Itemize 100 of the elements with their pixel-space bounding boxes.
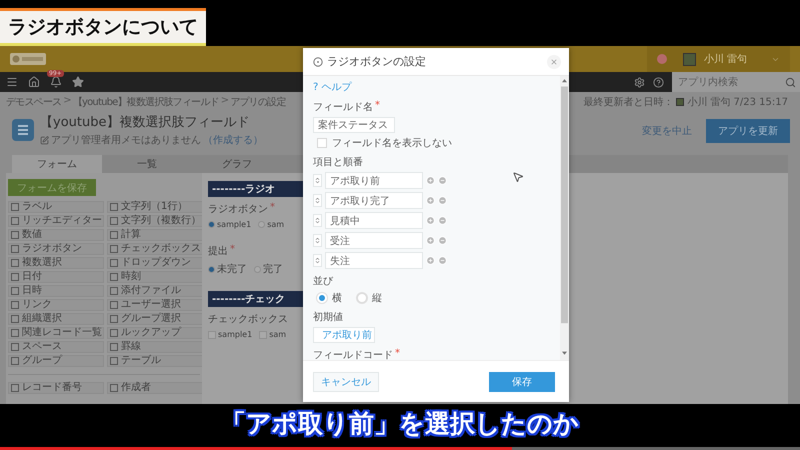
required-mark: * [270,202,275,215]
add-icon[interactable] [426,196,435,205]
palette-item[interactable]: テーブル [107,355,203,367]
update-app-button[interactable]: アプリを更新 [706,119,790,143]
palette-item[interactable]: ラジオボタン [8,243,104,255]
palette-item[interactable]: 日付 [8,271,104,283]
palette-item[interactable]: レコード番号 [8,382,104,394]
square-icon [11,301,19,309]
menu-icon[interactable] [6,76,18,88]
option-input[interactable]: 受注 [325,232,423,249]
palette-item[interactable]: 複数選択 [8,257,104,269]
breadcrumb-link[interactable]: デモスペース [6,95,62,109]
home-icon[interactable] [28,76,40,88]
option-input[interactable]: 失注 [325,252,423,269]
logo-icon[interactable] [10,53,46,65]
tab[interactable]: フォーム [12,155,102,173]
palette-item[interactable]: 作成者 [107,382,203,394]
cancel-button[interactable]: キャンセル [313,372,379,392]
field-label: ラジオボタン [208,203,268,216]
star-icon[interactable] [72,76,84,88]
sort-handle[interactable] [313,214,322,227]
palette-item[interactable]: グループ [8,355,104,367]
add-icon[interactable] [426,216,435,225]
radio-button[interactable] [254,266,261,272]
breadcrumb-link[interactable]: アプリの設定 [230,95,286,109]
palette-item[interactable]: チェックボックス [107,243,203,255]
sort-handle[interactable] [313,254,322,267]
avatar-icon[interactable] [682,52,696,66]
cancel-changes-link[interactable]: 変更を中止 [642,124,692,138]
sort-handle[interactable] [313,174,322,187]
palette-item[interactable]: ユーザー選択 [107,299,203,311]
square-icon [110,301,118,309]
palette-item[interactable]: 罫線 [107,341,203,353]
bell-icon[interactable] [50,76,62,88]
square-icon [110,273,118,281]
remove-icon[interactable] [438,216,447,225]
palette-item[interactable]: 文字列（複数行） [107,215,203,227]
radio-label: 縦 [372,292,382,305]
remove-icon[interactable] [438,176,447,185]
radio-button[interactable] [208,221,215,228]
dialog-title: ラジオボタンの設定 [327,54,426,69]
option-label: sam [269,330,286,339]
palette-item[interactable]: スペース [8,341,104,353]
close-button[interactable] [547,54,561,68]
add-icon[interactable] [426,256,435,265]
app-list-icon [12,119,34,141]
help-link[interactable]: ? ヘルプ [313,78,552,95]
field-label: チェックボックス [208,313,288,326]
remove-icon[interactable] [438,256,447,265]
video-progress-bar[interactable] [0,447,800,450]
square-icon [11,203,19,211]
user-name[interactable]: 小川 雷句 [704,52,747,66]
breadcrumb-link[interactable]: 【youtube】複数選択肢フィールド [72,95,219,109]
option-input[interactable]: アポ取り前 [325,172,423,189]
palette-item[interactable]: グループ選択 [107,313,203,325]
search-field[interactable]: アプリ内検索 [672,72,800,92]
square-icon [110,287,118,295]
checkbox[interactable] [208,330,216,338]
palette-item[interactable]: 数値 [8,229,104,241]
scrollbar-drawing[interactable] [560,76,569,360]
memo-link[interactable]: （作成する） [203,133,263,147]
field-label: フィールドコード [313,349,393,360]
palette-item[interactable]: 文字列（1行） [107,201,203,213]
palette-item[interactable]: 日時 [8,285,104,297]
app-title: 【youtube】複数選択肢フィールド [40,114,250,131]
option-label: sample1 [218,330,252,339]
add-icon[interactable] [426,176,435,185]
default-value-dropdown[interactable]: アポ取り前 [313,327,375,343]
option-input[interactable]: アポ取り完了 [325,192,423,209]
sort-handle[interactable] [313,194,322,207]
add-icon[interactable] [426,236,435,245]
palette-item[interactable]: 関連レコード一覧 [8,327,104,339]
remove-icon[interactable] [438,236,447,245]
help-icon[interactable] [653,76,664,88]
palette-item[interactable]: 組織選択 [8,313,104,325]
sort-handle[interactable] [313,234,322,247]
palette-item[interactable]: ドロップダウン [107,257,203,269]
palette-item[interactable]: 添付ファイル [107,285,203,297]
option-label: 完了 [263,262,283,276]
field-name-input[interactable]: 案件ステータス [313,117,395,133]
square-icon [110,343,118,351]
checkbox[interactable] [259,330,268,338]
radio-button[interactable] [208,266,215,272]
settings-icon[interactable] [634,76,645,88]
notification-icon[interactable] [656,54,667,64]
breadcrumb-separator: > [63,95,71,108]
palette-item[interactable]: ルックアップ [107,327,203,339]
search-icon[interactable] [785,76,796,88]
radio-icon [313,56,323,66]
save-form-button[interactable]: フォームを保存 [8,179,96,196]
palette-item[interactable]: リッチエディター [8,215,104,227]
remove-icon[interactable] [438,196,447,205]
palette-item[interactable]: 計算 [107,229,203,241]
square-icon [11,343,19,351]
palette-item[interactable]: リンク [8,299,104,311]
palette-item[interactable]: 時刻 [107,271,203,283]
radio-button[interactable] [258,221,266,228]
option-input[interactable]: 見積中 [325,212,423,229]
palette-item[interactable]: ラベル [8,201,104,213]
save-button[interactable]: 保存 [489,372,555,392]
